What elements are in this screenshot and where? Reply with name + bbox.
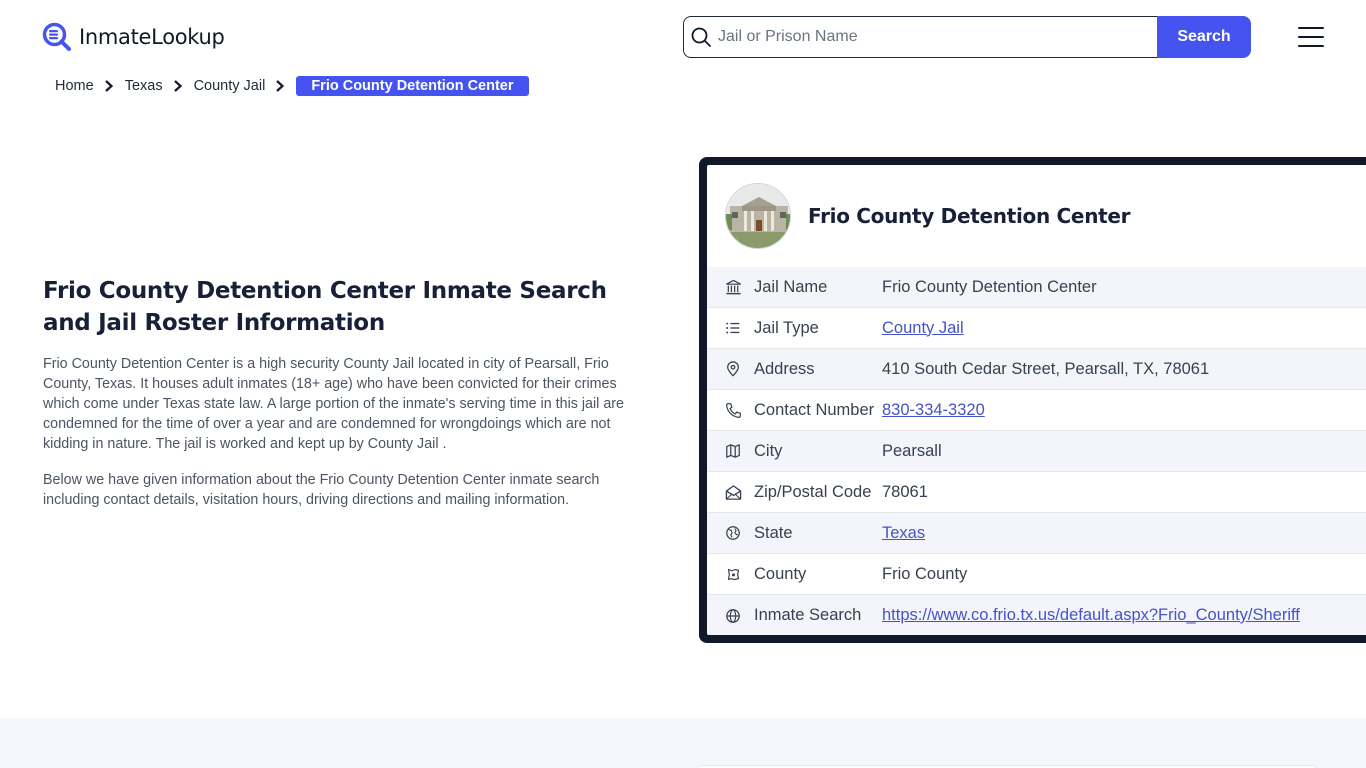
detail-value: 410 South Cedar Street, Pearsall, TX, 78… (882, 359, 1210, 378)
info-paragraph: Below we have given information about th… (43, 472, 600, 508)
detail-label: Jail Type (754, 318, 819, 337)
phone-icon (724, 401, 742, 419)
detail-row-state: State Texas (707, 513, 1366, 554)
state-link[interactable]: Texas (882, 524, 925, 543)
globe-americas-icon (724, 524, 742, 542)
detail-row-inmate-search: Inmate Search https://www.co.frio.tx.us/… (707, 595, 1366, 635)
detail-label: Zip/Postal Code (754, 482, 872, 501)
jail-type-link[interactable]: County Jail (882, 319, 964, 338)
hamburger-line (1298, 27, 1324, 29)
detail-value: 78061 (882, 482, 928, 501)
detail-row-address: Address 410 South Cedar Street, Pearsall… (707, 349, 1366, 390)
intro-paragraph: Frio County Detention Center is a high s… (43, 356, 624, 452)
map-icon (724, 442, 742, 460)
hamburger-line (1298, 45, 1324, 47)
facility-details: Jail Name Frio County Detention Center J… (707, 267, 1366, 635)
county-map-icon (724, 565, 742, 583)
logo-magnifier-icon (42, 22, 71, 51)
detail-value: Frio County Detention Center (882, 277, 1097, 296)
search-input[interactable] (718, 28, 1157, 46)
detail-label: Address (754, 359, 815, 378)
detail-row-county: County Frio County (707, 554, 1366, 595)
list-icon (724, 319, 742, 337)
detail-row-city: City Pearsall (707, 431, 1366, 472)
breadcrumb-current: Frio County Detention Center (296, 76, 529, 96)
facility-name-heading: Frio County Detention Center (808, 204, 1131, 228)
logo[interactable]: InmateLookup (42, 22, 225, 52)
detail-label: State (754, 523, 793, 542)
search-bar: Search (683, 16, 1251, 58)
detail-row-jail-type: Jail Type County Jail (707, 308, 1366, 349)
globe-icon (724, 607, 742, 625)
chevron-right-icon (276, 80, 285, 92)
page-title: Frio County Detention Center Inmate Sear… (43, 278, 607, 336)
inmate-search-link[interactable]: https://www.co.frio.tx.us/default.aspx?F… (882, 606, 1300, 625)
phone-link[interactable]: 830-334-3320 (882, 401, 985, 420)
breadcrumb: Home Texas County Jail Frio County Deten… (55, 76, 529, 96)
chevron-right-icon (104, 80, 113, 92)
detail-label: Inmate Search (754, 606, 862, 624)
detail-row-contact: Contact Number 830-334-3320 (707, 390, 1366, 431)
map-pin-icon (724, 360, 742, 378)
breadcrumb-texas[interactable]: Texas (125, 78, 163, 94)
hamburger-line (1298, 36, 1324, 38)
building-columns-icon (724, 278, 742, 296)
detail-row-zip: Zip/Postal Code 78061 (707, 472, 1366, 513)
courthouse-image-icon (726, 184, 790, 248)
facility-card-header: Frio County Detention Center (707, 165, 1366, 267)
breadcrumb-county-jail[interactable]: County Jail (194, 78, 266, 94)
detail-value: Pearsall (882, 441, 942, 460)
menu-button[interactable] (1298, 27, 1324, 47)
search-button[interactable]: Search (1157, 16, 1251, 58)
detail-label: City (754, 441, 783, 460)
next-section-background (0, 718, 1366, 768)
detail-row-jail-name: Jail Name Frio County Detention Center (707, 267, 1366, 308)
facility-card: Frio County Detention Center Jail Name F… (699, 157, 1366, 643)
logo-text: InmateLookup (79, 25, 225, 49)
detail-value: Frio County (882, 564, 968, 583)
detail-label: County (754, 564, 807, 583)
detail-label: Jail Name (754, 277, 828, 296)
search-box (683, 16, 1157, 58)
facility-card-inner: Frio County Detention Center Jail Name F… (707, 165, 1366, 635)
mail-open-icon (724, 483, 742, 501)
search-icon (691, 27, 711, 47)
breadcrumb-home[interactable]: Home (55, 78, 94, 94)
chevron-right-icon (173, 80, 182, 92)
detail-label: Contact Number (754, 400, 875, 419)
facility-photo (725, 183, 791, 249)
